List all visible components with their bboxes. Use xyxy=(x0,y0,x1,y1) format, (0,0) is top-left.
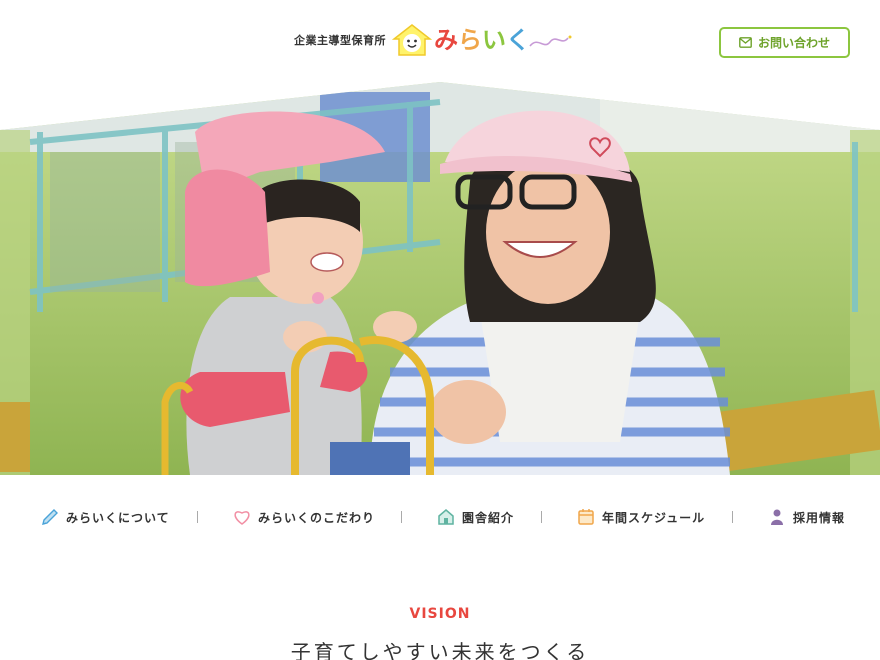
smiley-house-icon xyxy=(392,24,432,56)
nav-separator xyxy=(732,511,733,523)
logo-char: み xyxy=(434,26,458,54)
nav-label: 年間スケジュール xyxy=(602,510,706,525)
logo-char: い xyxy=(482,26,506,54)
nav-item-schedule[interactable]: 年間スケジュール xyxy=(576,500,705,534)
logo-name: み ら い く xyxy=(434,28,530,52)
nav-item-about[interactable]: みらいくについて xyxy=(40,500,170,534)
logo-subtitle: 企業主導型保育所 xyxy=(294,34,386,47)
person-icon xyxy=(771,509,783,525)
logo-swirl-icon xyxy=(529,35,572,47)
nav-separator xyxy=(541,511,542,523)
nav-separator xyxy=(197,511,198,523)
hero-image xyxy=(0,82,880,475)
heart-icon xyxy=(234,511,250,525)
nav-item-facility[interactable]: 園舎紹介 xyxy=(436,500,514,534)
nav-separator xyxy=(401,511,402,523)
contact-label: お問い合わせ xyxy=(757,36,830,50)
contact-button[interactable]: お問い合わせ xyxy=(719,27,850,58)
global-nav: みらいくについて みらいくのこだわり 園舎紹介 年間スケジュール 採用情報 xyxy=(0,500,880,534)
nav-label: 採用情報 xyxy=(793,510,846,525)
hero-photo xyxy=(0,82,880,475)
nav-label: みらいくのこだわり xyxy=(258,510,376,525)
nav-label: 園舎紹介 xyxy=(462,510,515,525)
site-header: 企業主導型保育所 み ら い く お問い合わせ xyxy=(0,0,880,80)
vision-title: 子育てしやすい未来をつくる xyxy=(290,640,590,660)
vision-label: VISION xyxy=(409,606,471,622)
nav-item-commitment[interactable]: みらいくのこだわり xyxy=(232,500,375,534)
nav-item-recruit[interactable]: 採用情報 xyxy=(767,500,845,534)
pencil-icon xyxy=(42,509,58,525)
house-icon xyxy=(438,509,454,525)
site-logo[interactable]: 企業主導型保育所 み ら い く xyxy=(294,22,574,58)
logo-char: ら xyxy=(458,26,482,54)
mail-icon xyxy=(739,37,752,48)
logo-char: く xyxy=(506,26,530,54)
nav-label: みらいくについて xyxy=(66,510,170,525)
calendar-icon xyxy=(578,509,594,525)
